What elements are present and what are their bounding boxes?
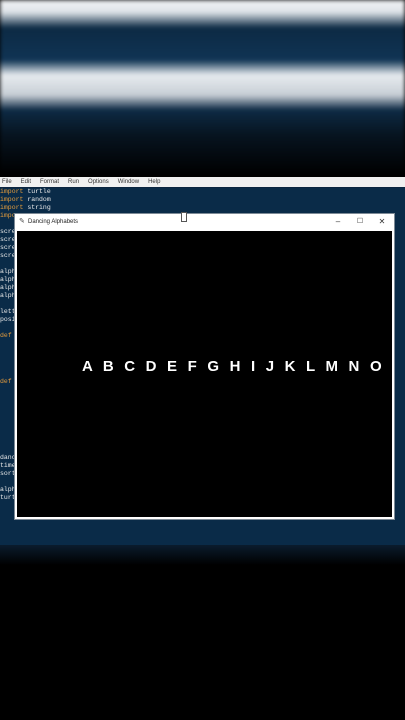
close-button[interactable]: ✕ (371, 214, 393, 230)
feather-icon: ✎ (19, 218, 25, 225)
code-line: import string (0, 204, 51, 211)
blurred-background-top (0, 0, 405, 175)
menu-help[interactable]: Help (148, 177, 160, 187)
turtle-graphics-window: ✎ Dancing Alphabets – ☐ ✕ A B C D E F G … (14, 213, 395, 520)
minimize-button[interactable]: – (327, 214, 349, 230)
code-line: def (0, 332, 12, 339)
code-line: def (0, 378, 12, 385)
turtle-window-titlebar[interactable]: ✎ Dancing Alphabets – ☐ ✕ (15, 214, 394, 230)
menu-file[interactable]: File (2, 177, 12, 187)
turtle-canvas[interactable]: A B C D E F G H I J K L M N O P Q R S T … (17, 231, 392, 517)
menu-format[interactable]: Format (40, 177, 59, 187)
code-line: import turtle (0, 188, 51, 195)
dancing-letters: A B C D E F G H I J K L M N O P Q R S T … (82, 358, 392, 375)
blurred-background-bottom (0, 545, 405, 720)
window-title: Dancing Alphabets (28, 219, 79, 225)
code-line: import random (0, 196, 51, 203)
menu-options[interactable]: Options (88, 177, 109, 187)
idle-menubar: File Edit Format Run Options Window Help (0, 177, 405, 187)
menu-run[interactable]: Run (68, 177, 79, 187)
menu-edit[interactable]: Edit (21, 177, 31, 187)
menu-window[interactable]: Window (118, 177, 139, 187)
mouse-cursor-icon (181, 212, 187, 222)
maximize-button[interactable]: ☐ (349, 214, 371, 230)
